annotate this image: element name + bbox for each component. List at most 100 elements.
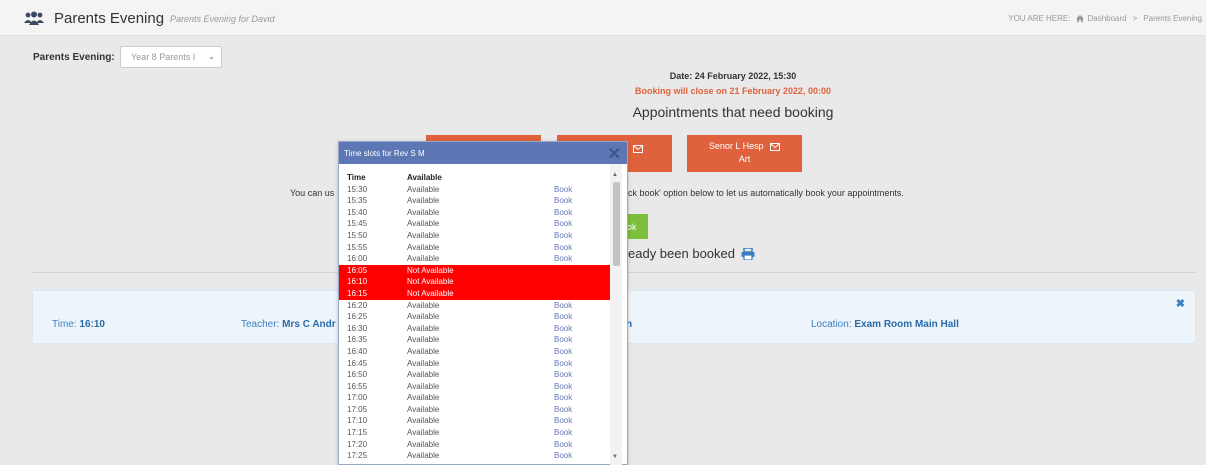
book-link[interactable]: Book xyxy=(554,254,572,263)
dialog-title: Time slots for Rev S M xyxy=(344,149,425,158)
book-link[interactable]: Book xyxy=(554,324,572,333)
book-link[interactable]: Book xyxy=(554,208,572,217)
slot-time: 16:30 xyxy=(347,323,368,333)
scroll-down-icon[interactable]: ▼ xyxy=(612,454,618,460)
time-slot-row: 16:05 Not Available xyxy=(339,264,610,277)
slot-time: 16:10 xyxy=(347,277,368,287)
envelope-icon xyxy=(770,142,781,151)
envelope-icon xyxy=(633,144,644,153)
breadcrumb: YOU ARE HERE: Dashboard > Parents Evenin… xyxy=(1008,14,1202,23)
book-link[interactable]: Book xyxy=(554,347,572,356)
appointment-button[interactable]: Senor L Hesp Art xyxy=(687,135,802,172)
time-slot-row: 17:25 Available Book xyxy=(339,450,610,462)
booking-close-notice: Booking will close on 21 February 2022, … xyxy=(634,86,832,96)
time-slot-row: 16:30 Available Book xyxy=(339,323,610,335)
scrollbar[interactable]: ▲ ▼ xyxy=(610,164,622,465)
book-link[interactable]: Book xyxy=(554,301,572,310)
time-slot-row: 16:55 Available Book xyxy=(339,381,610,393)
close-icon[interactable]: ✕ xyxy=(608,144,621,164)
slot-time: 15:30 xyxy=(347,184,368,194)
column-header-available: Available xyxy=(407,173,442,182)
time-slot-row: 16:35 Available Book xyxy=(339,334,610,346)
book-link[interactable]: Book xyxy=(554,393,572,402)
slot-status: Available xyxy=(407,416,440,426)
page-title: Parents Evening xyxy=(54,10,165,27)
scroll-up-icon[interactable]: ▲ xyxy=(612,172,618,178)
book-link[interactable]: Book xyxy=(554,312,572,321)
slot-status: Available xyxy=(407,242,440,252)
time-slot-row: 16:40 Available Book xyxy=(339,346,610,358)
time-slot-row: 17:15 Available Book xyxy=(339,427,610,439)
slot-time: 16:25 xyxy=(347,312,368,322)
slot-time: 16:55 xyxy=(347,381,368,391)
slot-time: 17:10 xyxy=(347,416,368,426)
info-text: You can us xyxy=(290,188,335,198)
book-link[interactable]: Book xyxy=(554,382,572,391)
page-subtitle: Parents Evening for David xyxy=(170,14,275,24)
book-link[interactable]: Book xyxy=(554,231,572,240)
chevron-down-icon: ⌄ xyxy=(208,52,215,61)
slot-status: Available xyxy=(407,428,440,438)
book-link[interactable]: Book xyxy=(554,440,572,449)
quick-book-label: ok xyxy=(627,222,637,232)
parents-evening-select[interactable]: Year 8 Parents I ⌄ xyxy=(120,46,222,68)
slot-time: 16:40 xyxy=(347,346,368,356)
home-icon xyxy=(1076,15,1085,22)
slot-status: Available xyxy=(407,312,440,322)
book-link[interactable]: Book xyxy=(554,416,572,425)
time-slot-row: 16:00 Available Book xyxy=(339,253,610,265)
slot-time: 17:15 xyxy=(347,428,368,438)
slot-time: 17:05 xyxy=(347,404,368,414)
slot-status: Available xyxy=(407,335,440,345)
book-link[interactable]: Book xyxy=(554,185,572,194)
time-slot-row: 17:20 Available Book xyxy=(339,439,610,451)
event-date: Date: 24 February 2022, 15:30 xyxy=(669,71,797,81)
booked-time: Time: 16:10 xyxy=(52,319,105,330)
cancel-booking-icon[interactable]: ✖ xyxy=(1176,297,1185,310)
slot-status: Available xyxy=(407,300,440,310)
breadcrumb-label: Dashboard xyxy=(1087,14,1127,23)
slot-status: Not Available xyxy=(407,277,454,287)
book-link[interactable]: Book xyxy=(554,219,572,228)
slot-time: 15:50 xyxy=(347,230,368,240)
breadcrumb-dashboard[interactable]: Dashboard xyxy=(1076,14,1127,23)
book-link[interactable]: Book xyxy=(554,243,572,252)
slot-status: Available xyxy=(407,219,440,229)
time-slot-row: 16:45 Available Book xyxy=(339,358,610,370)
slot-status: Available xyxy=(407,207,440,217)
book-link[interactable]: Book xyxy=(554,359,572,368)
book-link[interactable]: Book xyxy=(554,451,572,460)
slot-time: 15:55 xyxy=(347,242,368,252)
booked-teacher: Teacher: Mrs C Andr xyxy=(241,319,336,330)
print-icon[interactable] xyxy=(741,247,755,260)
slot-status: Available xyxy=(407,230,440,240)
book-link[interactable]: Book xyxy=(554,428,572,437)
book-link[interactable]: Book xyxy=(554,370,572,379)
info-text: ck book' option below to let us automati… xyxy=(628,188,904,198)
slot-status: Available xyxy=(407,196,440,206)
top-bar: Parents Evening Parents Evening for Davi… xyxy=(0,0,1206,36)
book-link[interactable]: Book xyxy=(554,405,572,414)
book-link[interactable]: Book xyxy=(554,335,572,344)
slot-status: Available xyxy=(407,254,440,264)
slot-time: 16:05 xyxy=(347,265,368,275)
slot-time: 16:00 xyxy=(347,254,368,264)
slot-time: 17:00 xyxy=(347,393,368,403)
slot-time: 17:25 xyxy=(347,451,368,461)
breadcrumb-parents-evening[interactable]: Parents Evening xyxy=(1143,14,1202,23)
slot-time: 15:35 xyxy=(347,196,368,206)
time-slot-row: 16:25 Available Book xyxy=(339,311,610,323)
slot-status: Available xyxy=(407,404,440,414)
slot-status: Available xyxy=(407,451,440,461)
slot-status: Not Available xyxy=(407,288,454,298)
slot-time: 16:15 xyxy=(347,288,368,298)
time-slot-row: 15:35 Available Book xyxy=(339,195,610,207)
time-slot-row: 16:50 Available Book xyxy=(339,369,610,381)
scrollbar-thumb[interactable] xyxy=(613,182,620,266)
book-link[interactable]: Book xyxy=(554,196,572,205)
slot-status: Available xyxy=(407,439,440,449)
time-slot-row: 17:10 Available Book xyxy=(339,415,610,427)
time-slot-row: 15:45 Available Book xyxy=(339,218,610,230)
time-slots-list: Time Available 15:30 Available Book 15:35 Av… xyxy=(339,164,610,465)
slot-time: 16:45 xyxy=(347,358,368,368)
